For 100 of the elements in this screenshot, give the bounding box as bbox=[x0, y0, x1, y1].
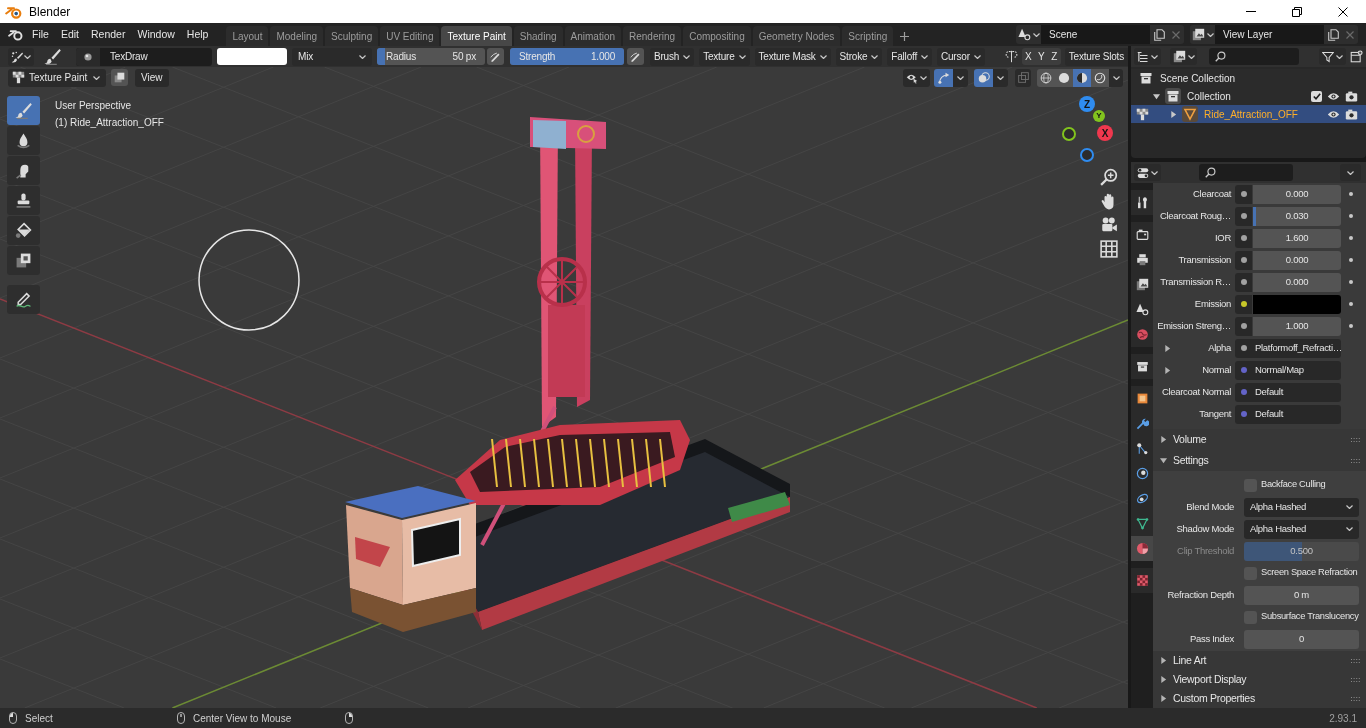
workspace-tab[interactable]: Animation bbox=[564, 26, 621, 46]
triangle-right-icon[interactable] bbox=[1160, 695, 1167, 702]
shading-options-dropdown[interactable] bbox=[1109, 68, 1123, 87]
camera-icon[interactable] bbox=[1345, 89, 1358, 103]
grid-icon[interactable] bbox=[1100, 240, 1118, 258]
shading-mode-button[interactable] bbox=[1037, 68, 1055, 87]
number-field[interactable]: 0 m bbox=[1244, 585, 1359, 605]
strength-slider[interactable]: Strength 1.000 bbox=[510, 48, 624, 65]
workspace-tab[interactable]: Sculpting bbox=[325, 26, 379, 46]
header-menu-button[interactable]: Texture bbox=[699, 47, 750, 66]
radius-slider[interactable]: Radius 50 px bbox=[377, 48, 485, 65]
socket-button[interactable] bbox=[1235, 250, 1252, 270]
new-scene-button[interactable] bbox=[1150, 25, 1168, 44]
pen-pressure-button[interactable] bbox=[487, 48, 504, 65]
brush-browse-button[interactable] bbox=[76, 47, 100, 66]
triangle-down-icon[interactable] bbox=[1153, 92, 1160, 100]
color-swatch-icon[interactable] bbox=[217, 48, 287, 65]
filter-dropdown[interactable] bbox=[1319, 48, 1346, 65]
axis-handle[interactable]: X bbox=[1097, 125, 1113, 141]
tool-button[interactable] bbox=[7, 216, 40, 245]
header-menu-button[interactable]: Falloff bbox=[887, 47, 932, 66]
workspace-tab[interactable]: Geometry Nodes bbox=[752, 26, 841, 46]
properties-tab[interactable] bbox=[1131, 354, 1153, 379]
axis-ring-icon[interactable] bbox=[1080, 148, 1094, 162]
grip-dots-icon[interactable] bbox=[1351, 658, 1360, 663]
new-view-layer-button[interactable] bbox=[1324, 25, 1342, 44]
menu-item[interactable]: File bbox=[26, 25, 55, 44]
keyframe-dot-icon[interactable] bbox=[1349, 280, 1353, 284]
link-field[interactable]: Normal/Map bbox=[1235, 360, 1341, 380]
tool-dropdown[interactable] bbox=[8, 47, 34, 66]
camera-icon[interactable] bbox=[1345, 107, 1358, 121]
triangle-right-icon[interactable] bbox=[1160, 676, 1167, 683]
triangle-right-icon[interactable] bbox=[1170, 110, 1177, 118]
blender-logo-icon[interactable] bbox=[8, 28, 23, 41]
socket-button[interactable] bbox=[1235, 184, 1252, 204]
triangle-right-icon[interactable] bbox=[1160, 657, 1167, 664]
view-layer-dropdown[interactable] bbox=[1170, 48, 1197, 65]
link-field[interactable]: Default bbox=[1235, 404, 1341, 424]
number-field[interactable]: 1.600 bbox=[1253, 228, 1341, 248]
dropdown[interactable]: Alpha Hashed bbox=[1244, 497, 1359, 517]
xray-toggle[interactable] bbox=[1015, 68, 1031, 87]
menu-item[interactable]: Edit bbox=[54, 25, 85, 44]
grip-dots-icon[interactable] bbox=[1351, 458, 1360, 463]
number-field[interactable]: 0.000 bbox=[1253, 250, 1341, 270]
triangle-right-icon[interactable] bbox=[1160, 436, 1167, 443]
properties-tab[interactable] bbox=[1131, 386, 1153, 411]
dropdown[interactable]: Alpha Hashed bbox=[1244, 519, 1359, 539]
grip-dots-icon[interactable] bbox=[1351, 677, 1360, 682]
axis-ring-icon[interactable] bbox=[1062, 127, 1076, 141]
workspace-tab[interactable]: Shading bbox=[513, 26, 563, 46]
workspace-tab[interactable]: Modeling bbox=[270, 26, 324, 46]
view-menu-button[interactable]: View bbox=[135, 68, 169, 87]
texture-slots-button[interactable]: Texture Slots bbox=[1064, 47, 1128, 66]
keyframe-dot-icon[interactable] bbox=[1349, 324, 1353, 328]
value-slider[interactable]: 0.030 bbox=[1253, 206, 1341, 226]
triangle-right-icon[interactable] bbox=[1164, 344, 1171, 352]
workspace-tab[interactable]: Layout bbox=[226, 26, 269, 46]
display-mode-dropdown[interactable] bbox=[1134, 48, 1161, 65]
keyframe-dot-icon[interactable] bbox=[1349, 302, 1353, 306]
grip-dots-icon[interactable] bbox=[1351, 696, 1360, 701]
tool-button[interactable] bbox=[7, 156, 40, 185]
menu-item[interactable]: Help bbox=[180, 25, 215, 44]
triangle-down-icon[interactable] bbox=[1160, 457, 1167, 464]
socket-button[interactable] bbox=[1235, 272, 1252, 292]
view-layer-name-field[interactable]: View Layer bbox=[1215, 25, 1324, 44]
header-menu-button[interactable]: Texture Mask bbox=[754, 47, 831, 66]
tool-button[interactable] bbox=[7, 285, 40, 314]
scene-selector-button[interactable] bbox=[1016, 25, 1041, 44]
overlay-options-dropdown[interactable] bbox=[993, 68, 1008, 87]
keyframe-dot-icon[interactable] bbox=[1349, 214, 1353, 218]
color-swatch-icon[interactable] bbox=[1253, 294, 1341, 314]
search-field[interactable] bbox=[1199, 164, 1293, 181]
view-layer-selector-button[interactable] bbox=[1190, 25, 1215, 44]
camera-icon[interactable] bbox=[1100, 216, 1118, 234]
menu-item[interactable]: Window bbox=[131, 25, 181, 44]
axis-handle[interactable]: Z bbox=[1079, 96, 1095, 112]
keyframe-dot-icon[interactable] bbox=[1349, 236, 1353, 240]
editor-type-dropdown[interactable] bbox=[1134, 164, 1161, 181]
triangle-right-icon[interactable] bbox=[1164, 366, 1171, 374]
number-field[interactable]: 0.000 bbox=[1253, 272, 1341, 292]
keyframe-dot-icon[interactable] bbox=[1349, 192, 1353, 196]
socket-button[interactable] bbox=[1235, 316, 1252, 336]
link-field[interactable]: Default bbox=[1235, 382, 1341, 402]
new-collection-icon[interactable] bbox=[1350, 50, 1363, 63]
shading-mode-button[interactable] bbox=[1091, 68, 1109, 87]
header-menu-button[interactable]: Stroke bbox=[835, 47, 883, 66]
keyframe-dot-icon[interactable] bbox=[1349, 258, 1353, 262]
number-field[interactable]: 0 bbox=[1244, 629, 1359, 649]
mode-dropdown[interactable]: Texture Paint bbox=[8, 68, 106, 87]
properties-tab[interactable] bbox=[1131, 190, 1153, 215]
scene-name-field[interactable]: Scene bbox=[1041, 25, 1150, 44]
blend-mode-dropdown[interactable]: Mix bbox=[292, 47, 372, 66]
tool-button[interactable] bbox=[7, 126, 40, 155]
face-mask-toggle[interactable] bbox=[111, 69, 128, 86]
workspace-tab[interactable]: Scripting bbox=[842, 26, 894, 46]
number-field[interactable]: 0.000 bbox=[1253, 184, 1341, 204]
checkbox[interactable] bbox=[1311, 90, 1322, 102]
options-dropdown[interactable] bbox=[1340, 164, 1361, 181]
number-field[interactable]: 1.000 bbox=[1253, 316, 1341, 336]
gizmo-options-dropdown[interactable] bbox=[953, 68, 968, 87]
